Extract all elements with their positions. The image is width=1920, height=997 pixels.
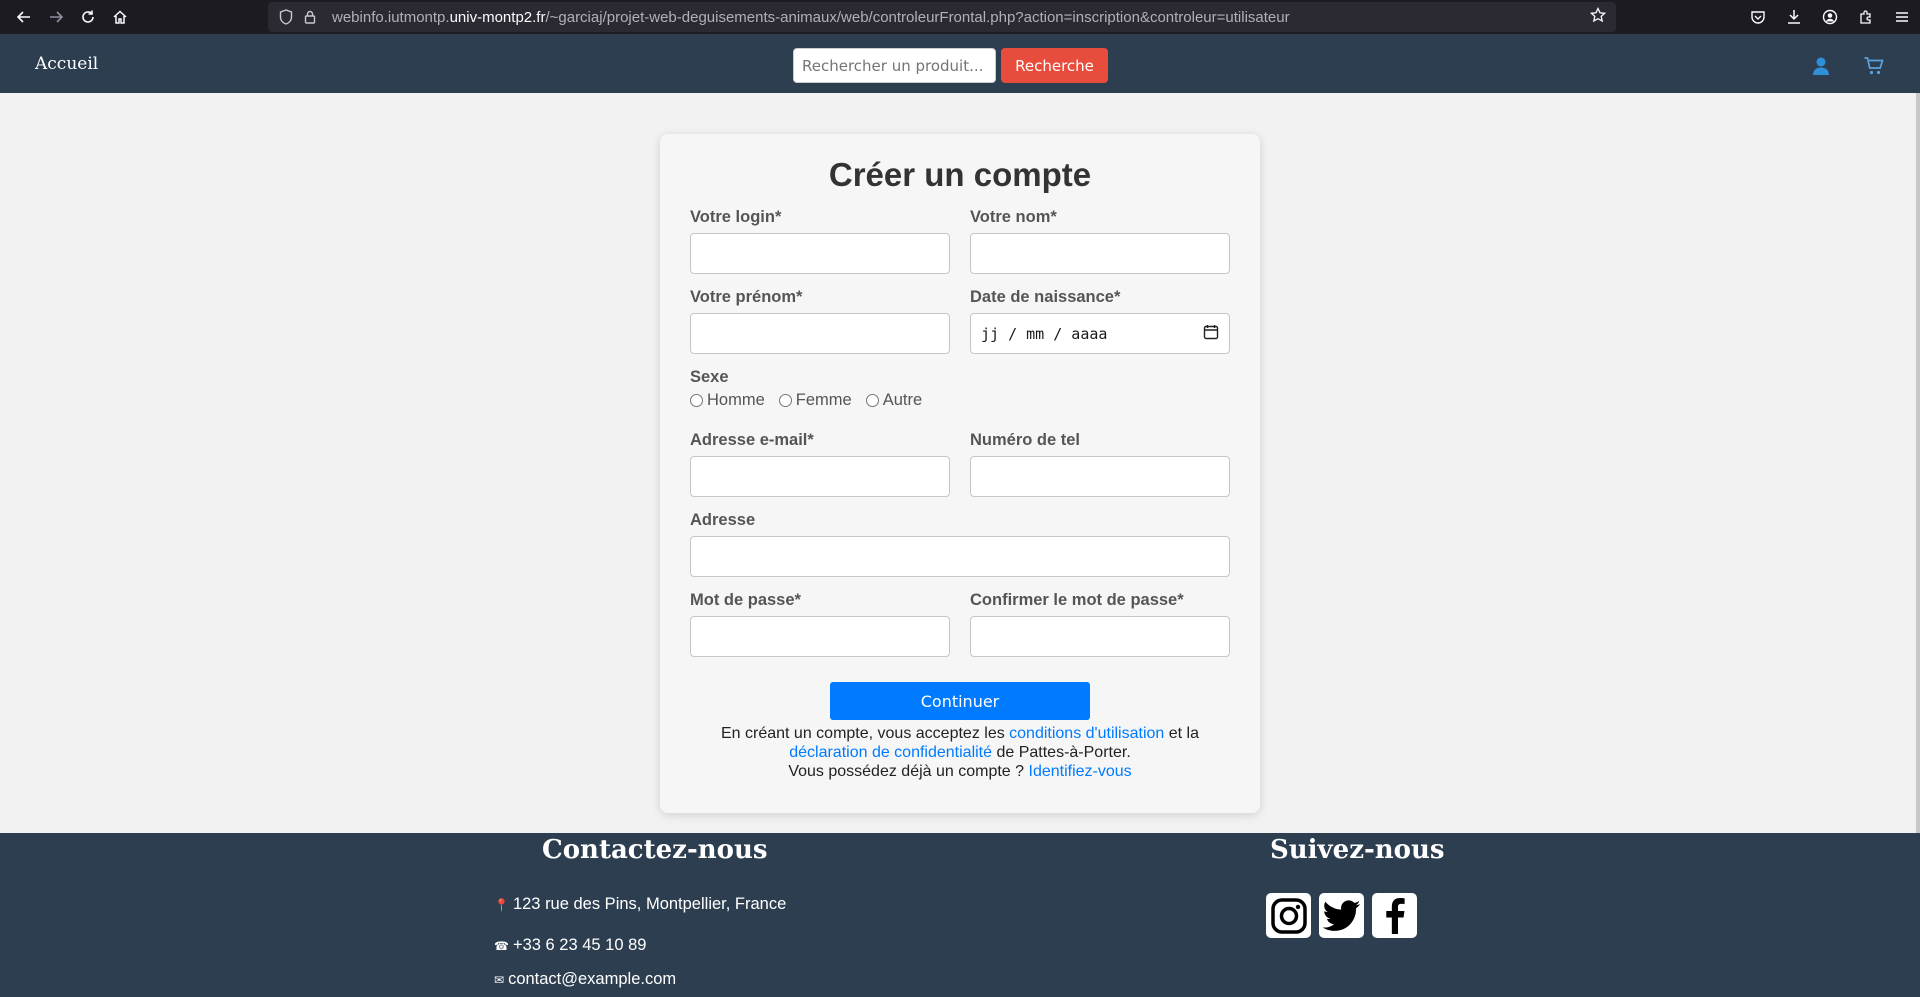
- search-button[interactable]: Recherche: [1001, 48, 1108, 83]
- email-label: Adresse e-mail*: [690, 431, 814, 449]
- sexe-label: Sexe: [690, 368, 729, 386]
- account-icon[interactable]: [1812, 2, 1848, 32]
- reload-icon[interactable]: [72, 2, 104, 32]
- mdp-label: Mot de passe*: [690, 591, 801, 609]
- date-placeholder: jj / mm / aaaa: [981, 324, 1108, 343]
- terms-text: En créant un compte, vous acceptez les c…: [721, 725, 1199, 780]
- nom-label: Votre nom*: [970, 208, 1057, 226]
- social-title: Suivez-nous: [1270, 835, 1445, 865]
- footer: Contactez-nous 📍 123 rue des Pins, Montpe…: [0, 833, 1920, 997]
- radio-button[interactable]: [865, 394, 879, 407]
- shield-icon[interactable]: [274, 9, 298, 25]
- adresse-label: Adresse: [690, 511, 756, 529]
- mdp-confirm-input[interactable]: [970, 616, 1230, 657]
- conditions-link[interactable]: conditions d'utilisation: [1009, 725, 1164, 742]
- footer-phone: ☎ +33 6 23 45 10 89: [494, 936, 647, 954]
- radio-button[interactable]: [690, 394, 703, 407]
- mdp-confirm-label: Confirmer le mot de passe*: [970, 591, 1184, 609]
- login-label: Votre login*: [690, 208, 782, 226]
- sexe-radio-group: Homme Femme Autre: [690, 391, 936, 410]
- pocket-icon[interactable]: [1740, 2, 1776, 32]
- twitter-icon[interactable]: [1319, 893, 1364, 938]
- radio-label: Autre: [882, 391, 923, 409]
- declaration-link[interactable]: déclaration de confidentialité: [789, 744, 992, 761]
- footer-address: 📍 123 rue des Pins, Montpellier, France: [494, 895, 787, 913]
- email-input[interactable]: [690, 456, 950, 497]
- main-content: Créer un compte Votre login* Votre nom* …: [0, 93, 1920, 833]
- home-icon[interactable]: [104, 2, 136, 32]
- envelope-icon: ✉: [494, 972, 505, 987]
- facebook-icon[interactable]: [1372, 893, 1417, 938]
- cart-icon[interactable]: [1863, 55, 1885, 77]
- search-input[interactable]: [793, 48, 996, 83]
- radio-label: Femme: [795, 391, 852, 409]
- tel-label: Numéro de tel: [970, 431, 1081, 449]
- page-title: Créer un compte: [828, 156, 1092, 193]
- date-label: Date de naissance*: [970, 288, 1121, 306]
- radio-femme[interactable]: Femme: [778, 391, 852, 410]
- browser-toolbar: webinfo.iutmontp.univ-montp2.fr/~garciaj…: [0, 0, 1920, 34]
- adresse-input[interactable]: [690, 536, 1230, 577]
- radio-button[interactable]: [778, 394, 792, 407]
- continue-button[interactable]: Continuer: [830, 682, 1090, 720]
- date-input[interactable]: jj / mm / aaaa: [970, 313, 1230, 354]
- instagram-icon[interactable]: [1266, 893, 1311, 938]
- scrollbar[interactable]: [1916, 93, 1920, 833]
- prenom-label: Votre prénom*: [690, 288, 803, 306]
- login-input[interactable]: [690, 233, 950, 274]
- login-link[interactable]: Identifiez-vous: [1029, 763, 1132, 780]
- prenom-input[interactable]: [690, 313, 950, 354]
- extensions-icon[interactable]: [1848, 2, 1884, 32]
- mdp-input[interactable]: [690, 616, 950, 657]
- forward-icon[interactable]: [40, 2, 72, 32]
- signup-card: Créer un compte Votre login* Votre nom* …: [660, 134, 1260, 813]
- back-icon[interactable]: [8, 2, 40, 32]
- location-icon: 📍: [494, 897, 509, 912]
- url-text[interactable]: webinfo.iutmontp.univ-montp2.fr/~garciaj…: [332, 9, 1290, 26]
- radio-autre[interactable]: Autre: [865, 391, 923, 410]
- radio-homme[interactable]: Homme: [690, 391, 765, 410]
- calendar-icon[interactable]: [1203, 324, 1219, 344]
- user-icon[interactable]: [1810, 55, 1832, 77]
- url-bar[interactable]: webinfo.iutmontp.univ-montp2.fr/~garciaj…: [268, 2, 1616, 32]
- lock-icon[interactable]: [298, 10, 322, 24]
- radio-label: Homme: [707, 391, 765, 409]
- home-link[interactable]: Accueil: [35, 54, 98, 74]
- downloads-icon[interactable]: [1776, 2, 1812, 32]
- phone-icon: ☎: [494, 938, 509, 953]
- menu-icon[interactable]: [1884, 2, 1920, 32]
- bookmark-star-icon[interactable]: [1589, 6, 1607, 27]
- tel-input[interactable]: [970, 456, 1230, 497]
- nom-input[interactable]: [970, 233, 1230, 274]
- contact-title: Contactez-nous: [542, 835, 768, 865]
- footer-email: ✉ contact@example.com: [494, 970, 677, 988]
